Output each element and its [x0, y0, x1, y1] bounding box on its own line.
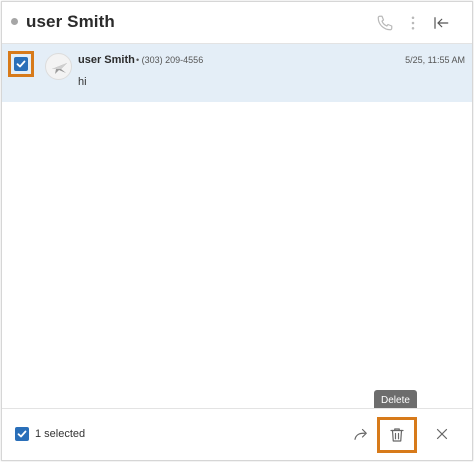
- message-select-checkbox[interactable]: [14, 57, 28, 71]
- message-row[interactable]: user Smith • (303) 209-4556 5/25, 11:55 …: [2, 44, 472, 102]
- selected-count: 1 selected: [35, 428, 86, 440]
- message-timestamp: 5/25, 11:55 AM: [405, 55, 465, 65]
- trash-icon[interactable]: [388, 426, 406, 444]
- avatar: [45, 53, 72, 80]
- conversation-title: user Smith: [26, 12, 115, 31]
- sender-name: user Smith: [78, 54, 135, 66]
- collapse-panel-icon[interactable]: [432, 14, 450, 32]
- sender-phone: • (303) 209-4556: [136, 55, 204, 65]
- conversation-panel: user Smith user Smith • (303) 209-4556 5…: [1, 1, 473, 461]
- more-vertical-icon[interactable]: [404, 14, 422, 32]
- select-all-checkbox[interactable]: [15, 427, 29, 441]
- conversation-header: user Smith: [2, 2, 472, 44]
- selection-toolbar: 1 selected: [2, 408, 472, 460]
- phone-icon[interactable]: [376, 14, 394, 32]
- presence-indicator: [11, 18, 18, 25]
- forward-icon[interactable]: [352, 425, 370, 443]
- close-icon[interactable]: [433, 425, 451, 443]
- message-text: hi: [78, 76, 87, 88]
